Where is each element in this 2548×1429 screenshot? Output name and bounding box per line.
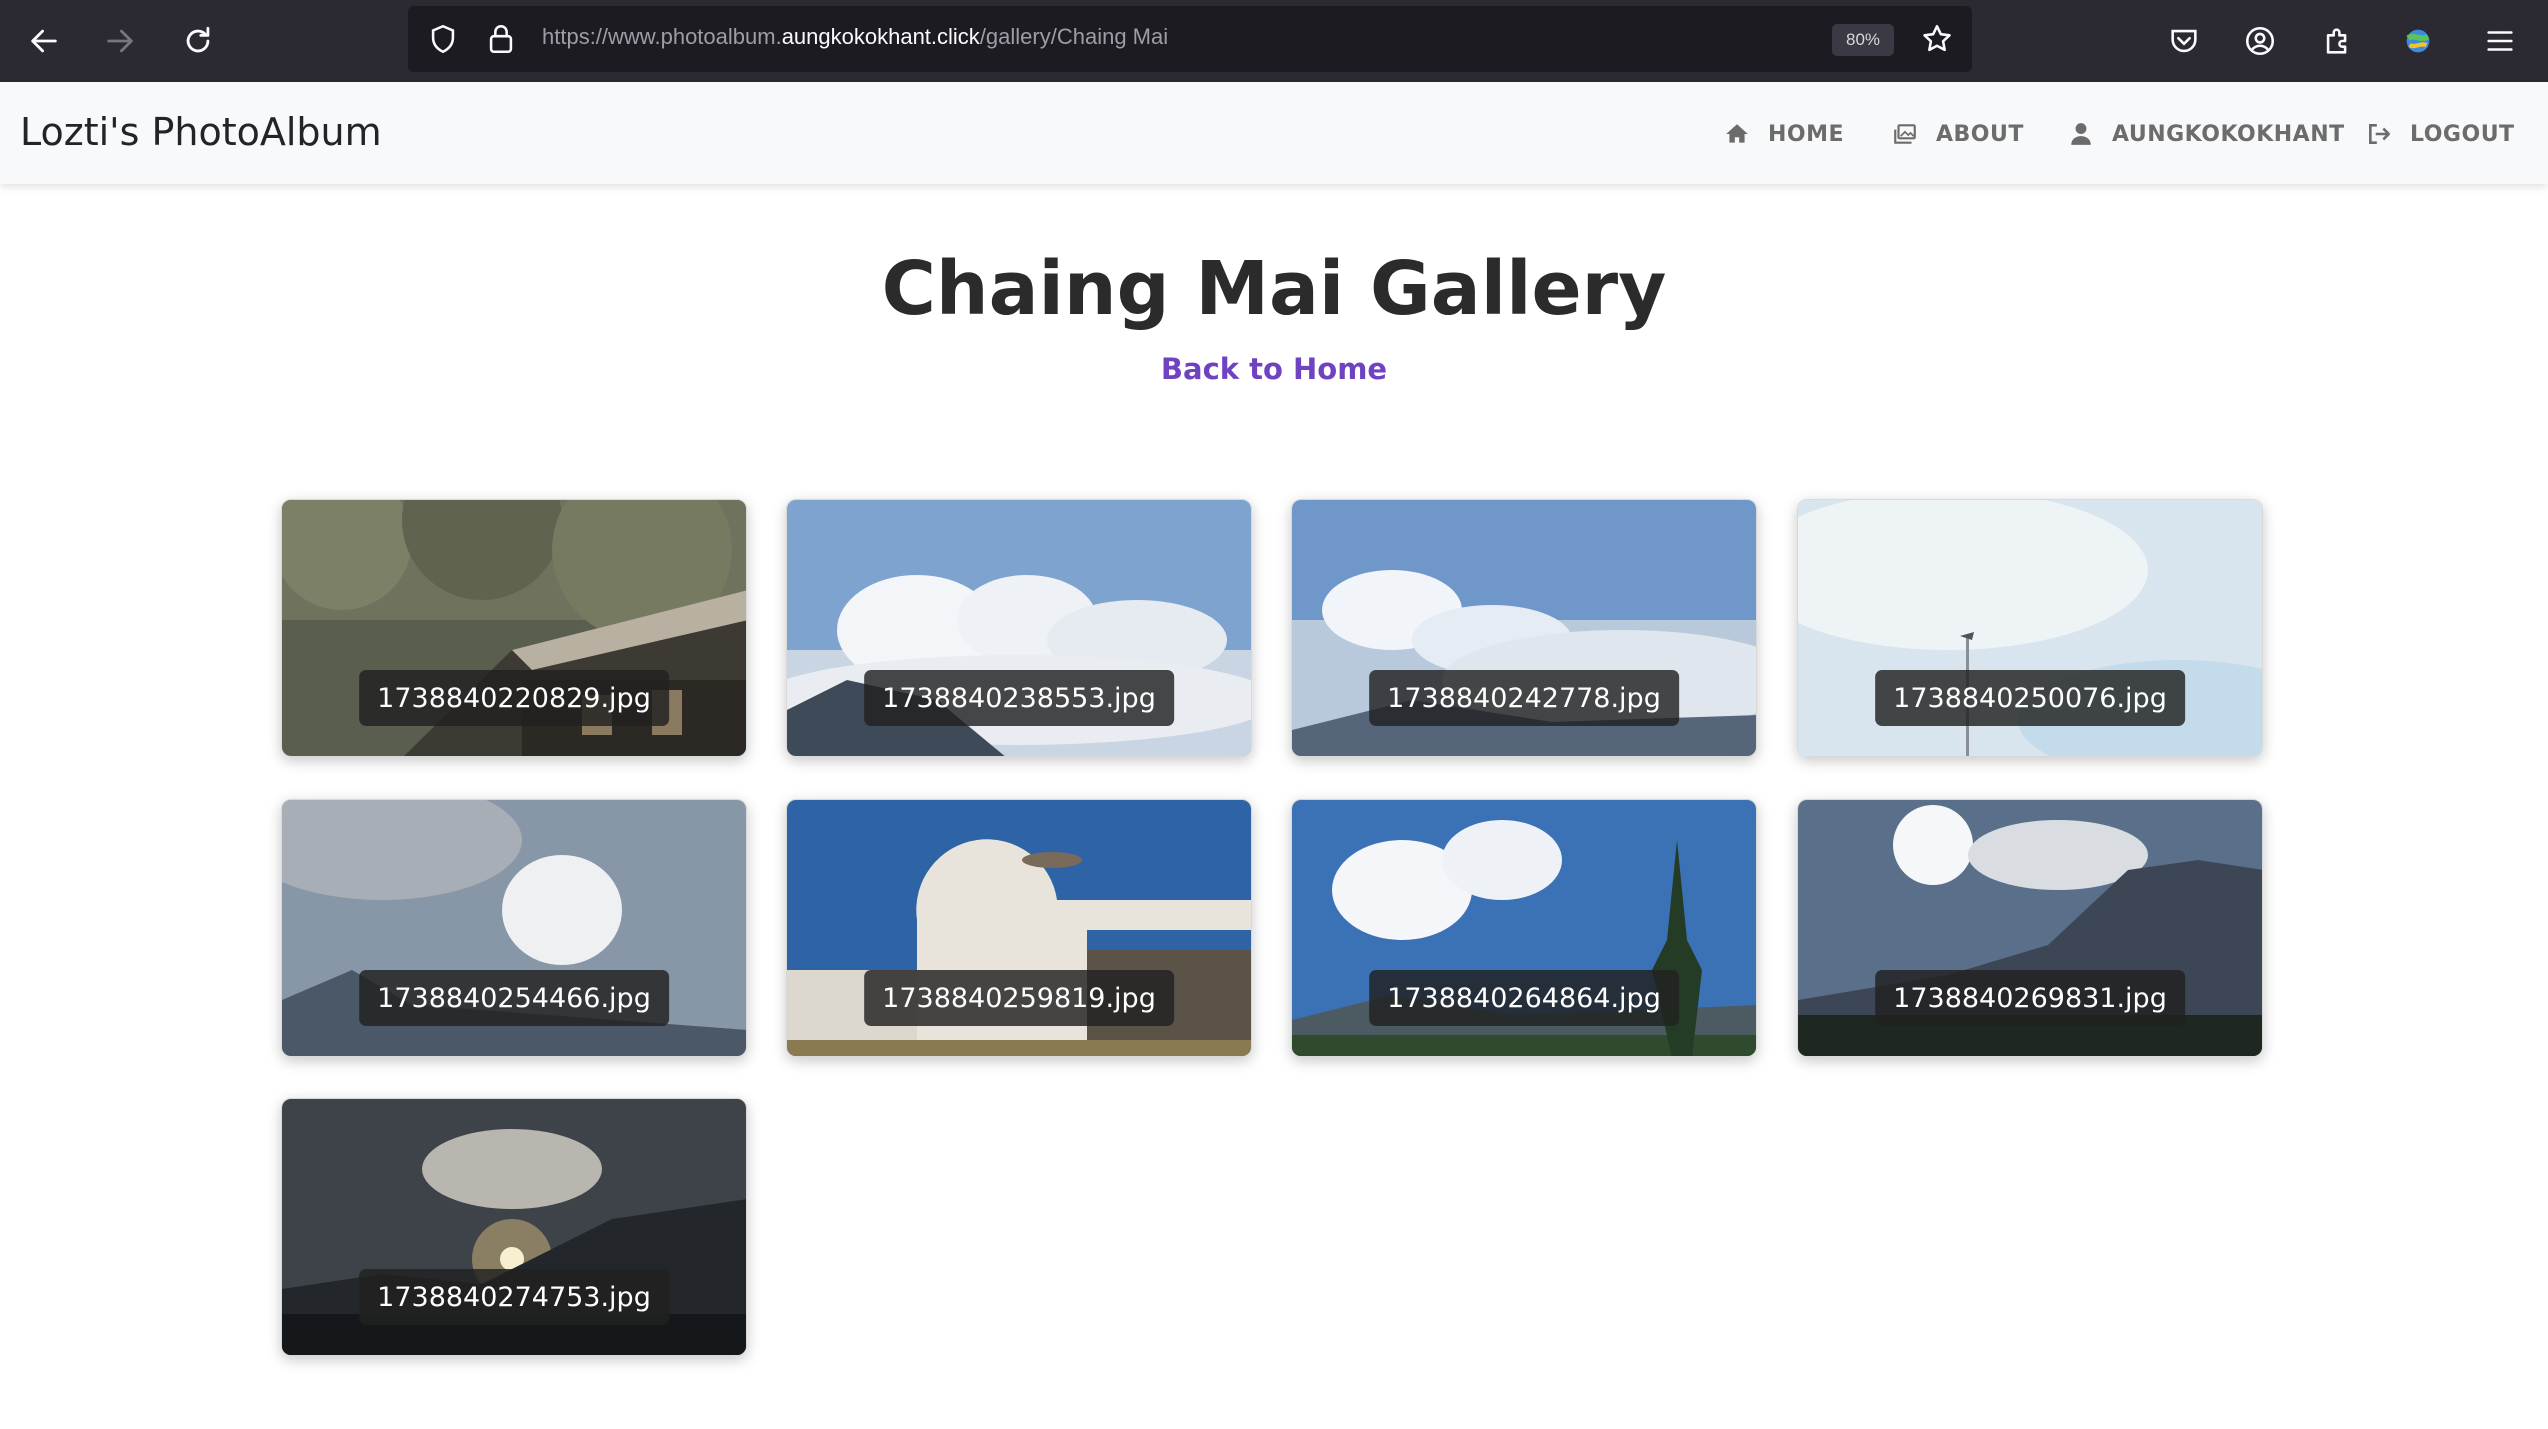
back-button[interactable]: [16, 13, 72, 69]
gallery-card[interactable]: 1738840250076.jpg: [1797, 499, 2263, 757]
site-brand[interactable]: Lozti's PhotoAlbum: [20, 110, 382, 154]
gallery-title: Chaing Mai Gallery: [881, 246, 1667, 332]
photo-filename: 1738840264864.jpg: [1369, 970, 1679, 1026]
photo-filename: 1738840254466.jpg: [359, 970, 669, 1026]
url-text[interactable]: https://www.photoalbum.aungkokokhant.cli…: [542, 24, 1168, 50]
nav-logout-link[interactable]: LOGOUT: [2366, 120, 2515, 148]
gallery-card[interactable]: 1738840242778.jpg: [1291, 499, 1757, 757]
pocket-icon: [2171, 29, 2197, 53]
extension-globe-button[interactable]: [2390, 13, 2446, 69]
nav-user-label: AUNGKOKOKHANT: [2112, 121, 2345, 147]
reload-icon: [186, 26, 210, 53]
photo-filename: 1738840220829.jpg: [359, 670, 669, 726]
hamburger-menu-icon: [2487, 31, 2513, 51]
photo-filename: 1738840250076.jpg: [1875, 670, 2185, 726]
gallery-card[interactable]: 1738840254466.jpg: [281, 799, 747, 1057]
back-to-home-link[interactable]: Back to Home: [0, 352, 2548, 386]
forward-button[interactable]: [92, 13, 148, 69]
site-navbar: Lozti's PhotoAlbum HOME ABOUT AUNGKOKOKH…: [0, 82, 2548, 184]
nav-home-link[interactable]: HOME: [1724, 120, 1844, 148]
arrow-right-icon: [107, 29, 133, 53]
address-bar[interactable]: https://www.photoalbum.aungkokokhant.cli…: [408, 6, 1972, 72]
nav-user-link[interactable]: AUNGKOKOKHANT: [2068, 120, 2345, 148]
home-icon: [1726, 124, 1748, 143]
user-icon: [2071, 123, 2091, 145]
account-icon: [2245, 26, 2275, 56]
nav-about-label: ABOUT: [1936, 121, 2024, 147]
bookmark-star-icon[interactable]: [1920, 22, 1954, 56]
photo-filename: 1738840269831.jpg: [1875, 970, 2185, 1026]
photo-filename: 1738840274753.jpg: [359, 1269, 669, 1325]
nav-logout-label: LOGOUT: [2410, 121, 2515, 147]
puzzle-icon: [2326, 28, 2347, 54]
browser-toolbar: https://www.photoalbum.aungkokokhant.cli…: [0, 0, 2548, 82]
photo-filename: 1738840238553.jpg: [864, 670, 1174, 726]
gallery-card[interactable]: 1738840220829.jpg: [281, 499, 747, 757]
sign-out-icon: [2369, 124, 2391, 144]
gallery-card[interactable]: 1738840238553.jpg: [786, 499, 1252, 757]
images-icon: [1894, 124, 1916, 144]
extensions-button[interactable]: [2310, 13, 2366, 69]
gallery-card[interactable]: 1738840264864.jpg: [1291, 799, 1757, 1057]
gallery-card[interactable]: 1738840274753.jpg: [281, 1098, 747, 1356]
globe-extension-icon: [2406, 29, 2430, 53]
nav-about-link[interactable]: ABOUT: [1892, 120, 2024, 148]
reload-button[interactable]: [170, 13, 226, 69]
account-button[interactable]: [2232, 13, 2288, 69]
arrow-left-icon: [31, 29, 57, 53]
zoom-indicator[interactable]: 80%: [1832, 24, 1894, 56]
lock-icon[interactable]: [484, 22, 518, 56]
nav-home-label: HOME: [1768, 121, 1845, 147]
app-menu-button[interactable]: [2472, 13, 2528, 69]
pocket-button[interactable]: [2156, 13, 2212, 69]
shield-icon: [431, 24, 455, 54]
photo-filename: 1738840259819.jpg: [864, 970, 1174, 1026]
gallery-card[interactable]: 1738840269831.jpg: [1797, 799, 2263, 1057]
gallery-card[interactable]: 1738840259819.jpg: [786, 799, 1252, 1057]
photo-filename: 1738840242778.jpg: [1369, 670, 1679, 726]
